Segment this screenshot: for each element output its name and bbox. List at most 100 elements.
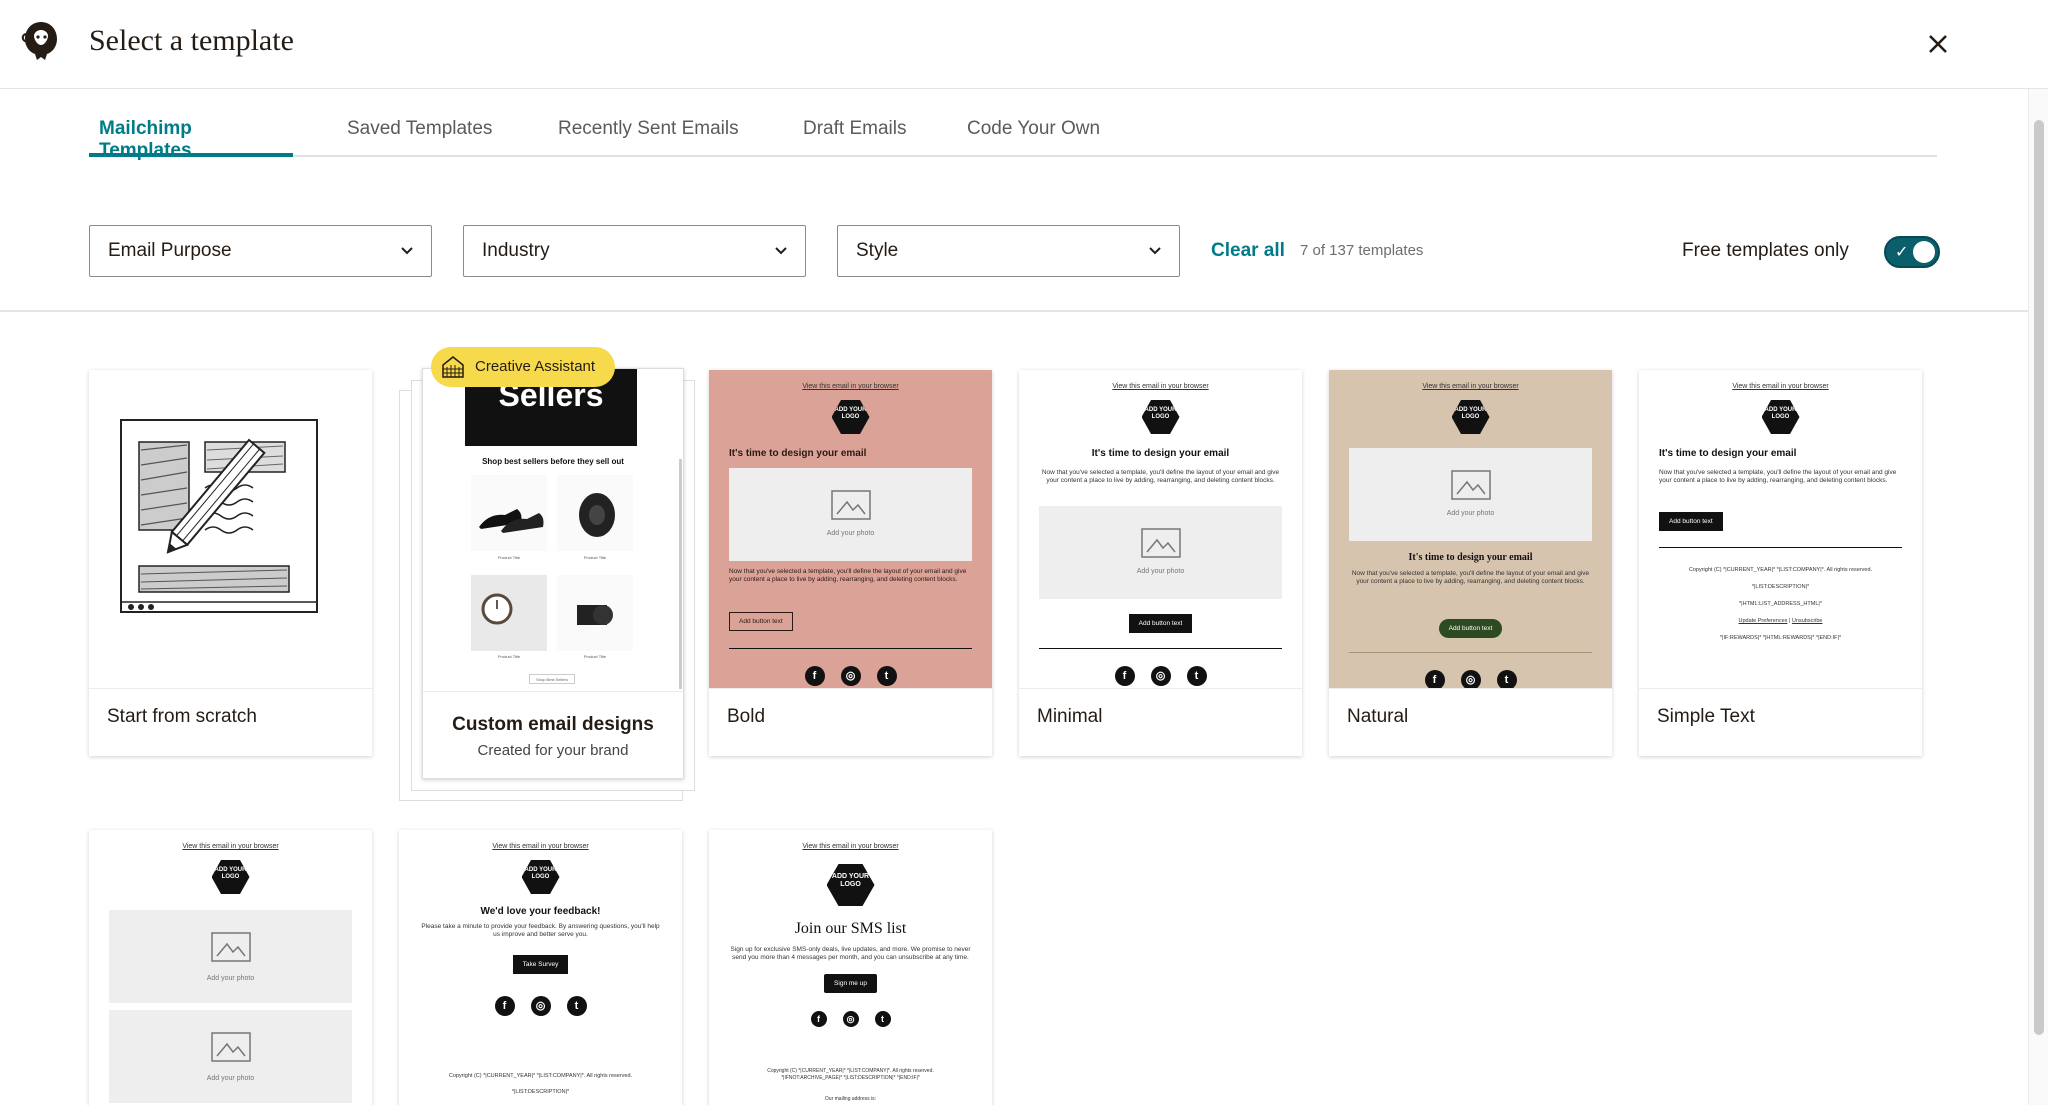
image-icon [210, 932, 251, 962]
preview-body: Now that you've selected a template, you… [729, 568, 967, 583]
logo-placeholder: ADD YOUR LOGO [1141, 400, 1180, 434]
footer-copyright: Copyright (C) *|CURRENT_YEAR|* *|LIST:CO… [448, 1073, 633, 1079]
tab-mailchimp-templates[interactable]: Mailchimp Templates [89, 112, 293, 161]
preview-heading: It's time to design your email [1659, 448, 1797, 459]
twitter-icon: t [876, 666, 897, 686]
facebook-icon: f [804, 666, 825, 686]
footer-merge-tags: Copyright (C) *|CURRENT_YEAR|* *|LIST:CO… [729, 1068, 972, 1082]
email-purpose-select[interactable]: Email Purpose [89, 225, 432, 277]
template-card-simple-text[interactable]: View this email in your browser ADD YOUR… [1639, 370, 1922, 756]
template-tabs: Mailchimp Templates Saved Templates Rece… [89, 112, 1937, 161]
take-survey-button: Take Survey [512, 955, 569, 974]
product-camera-image [557, 575, 633, 651]
logo-placeholder: ADD YOUR LOGO [521, 860, 560, 894]
preview-rule [1349, 652, 1592, 653]
scratch-illustration [89, 370, 372, 688]
preview-rule [1659, 547, 1902, 548]
card-divider [1639, 688, 1922, 689]
card-title: Custom email designs [452, 714, 654, 735]
style-value: Style [856, 240, 899, 261]
card-divider [1329, 688, 1612, 689]
check-icon: ✓ [1895, 244, 1909, 261]
instagram-icon: ◎ [530, 996, 551, 1016]
card-title: Start from scratch [107, 706, 257, 727]
page-title: Select a template [89, 24, 294, 57]
template-card-photos[interactable]: View this email in your browser ADD YOUR… [89, 830, 372, 1105]
sign-me-up-button: Sign me up [824, 974, 877, 993]
photo-label: Add your photo [206, 975, 255, 982]
tab-draft-emails[interactable]: Draft Emails [793, 112, 916, 157]
tab-saved-templates[interactable]: Saved Templates [337, 112, 502, 157]
simple-text-preview: View this email in your browser ADD YOUR… [1639, 370, 1922, 688]
template-card-scratch[interactable]: Start from scratch [89, 370, 372, 756]
twitter-icon: t [566, 996, 587, 1016]
social-row: f ◎ t [1329, 670, 1612, 688]
facebook-icon: f [494, 996, 515, 1016]
creative-assistant-badge: Creative Assistant [431, 347, 616, 387]
social-row: f ◎ t [399, 996, 682, 1016]
twitter-icon: t [1186, 666, 1207, 686]
card-title: Minimal [1037, 706, 1103, 727]
shop-best-sellers-button: Shop Best Sellers [529, 674, 575, 684]
photo-placeholder: Add your photo [109, 1010, 352, 1103]
tab-code-your-own[interactable]: Code Your Own [957, 112, 1110, 157]
card-title: Bold [727, 706, 766, 727]
logo-placeholder: ADD YOUR LOGO [211, 860, 250, 894]
chevron-down-icon [1149, 247, 1161, 255]
view-in-browser-link: View this email in your browser [1422, 383, 1519, 390]
unsubscribe-link: Unsubscribe [1791, 618, 1823, 624]
close-icon[interactable] [1920, 26, 1956, 62]
preview-button: Add button text [1128, 614, 1193, 633]
product-title: Product Title [497, 555, 521, 560]
preview-heading: It's time to design your email [1408, 552, 1533, 563]
preview-rule [729, 648, 972, 649]
template-card-custom[interactable]: Sellers Shop best sellers before they se… [422, 368, 684, 779]
view-in-browser-link: View this email in your browser [1732, 383, 1829, 390]
footer-copyright: Copyright (C) *|CURRENT_YEAR|* *|LIST:CO… [1688, 567, 1873, 573]
template-card-sms[interactable]: View this email in your browser ADD YOUR… [709, 830, 992, 1105]
preview-button: Add button text [729, 612, 793, 631]
twitter-icon: t [874, 1011, 891, 1027]
scrollbar-thumb[interactable] [2034, 120, 2044, 1035]
industry-select[interactable]: Industry [463, 225, 806, 277]
minimal-preview: View this email in your browser ADD YOUR… [1019, 370, 1302, 688]
template-card-bold[interactable]: View this email in your browser ADD YOUR… [709, 370, 992, 756]
clear-all-link[interactable]: Clear all [1211, 240, 1285, 262]
card-divider [423, 691, 683, 692]
style-select[interactable]: Style [837, 225, 1180, 277]
free-templates-label: Free templates only [1682, 240, 1849, 261]
image-icon [1450, 470, 1491, 500]
preview-body: Now that you've selected a template, you… [1351, 570, 1590, 585]
modal-header: Select a template [0, 0, 2048, 89]
footer-description: *|LIST:DESCRIPTION|* [511, 1089, 570, 1095]
footer-link-separator: | [1788, 618, 1791, 624]
image-icon [1140, 528, 1181, 558]
instagram-icon: ◎ [1460, 670, 1481, 688]
free-templates-toggle[interactable]: ✓ [1884, 236, 1940, 268]
image-icon [830, 490, 871, 520]
product-shoes-image [471, 475, 547, 551]
mailing-address-label: Our mailing address is: [824, 1096, 877, 1102]
product-clock-image [471, 575, 547, 651]
sms-button-row: Sign me up [709, 972, 992, 993]
preview-button: Add button text [1438, 619, 1503, 638]
chevron-down-icon [775, 247, 787, 255]
natural-preview: View this email in your browser ADD YOUR… [1329, 370, 1612, 688]
template-card-minimal[interactable]: View this email in your browser ADD YOUR… [1019, 370, 1302, 756]
preview-heading: It's time to design your email [729, 448, 867, 459]
view-in-browser-link: View this email in your browser [1112, 383, 1209, 390]
facebook-icon: f [1424, 670, 1445, 688]
template-card-natural[interactable]: View this email in your browser ADD YOUR… [1329, 370, 1612, 756]
template-card-feedback[interactable]: View this email in your browser ADD YOUR… [399, 830, 682, 1105]
feedback-body: Please take a minute to provide your fee… [421, 923, 660, 938]
preview-button-row: Add button text [1019, 612, 1302, 633]
preview-button: Add button text [1659, 512, 1723, 531]
twitter-icon: t [1496, 670, 1517, 688]
bold-preview: View this email in your browser ADD YOUR… [709, 370, 992, 688]
sms-heading: Join our SMS list [794, 920, 907, 937]
mailchimp-logo-icon [21, 22, 57, 60]
preview-rule [1039, 648, 1282, 649]
tab-recently-sent-emails[interactable]: Recently Sent Emails [548, 112, 749, 157]
card-title: Natural [1347, 706, 1409, 727]
image-icon [210, 1032, 251, 1062]
